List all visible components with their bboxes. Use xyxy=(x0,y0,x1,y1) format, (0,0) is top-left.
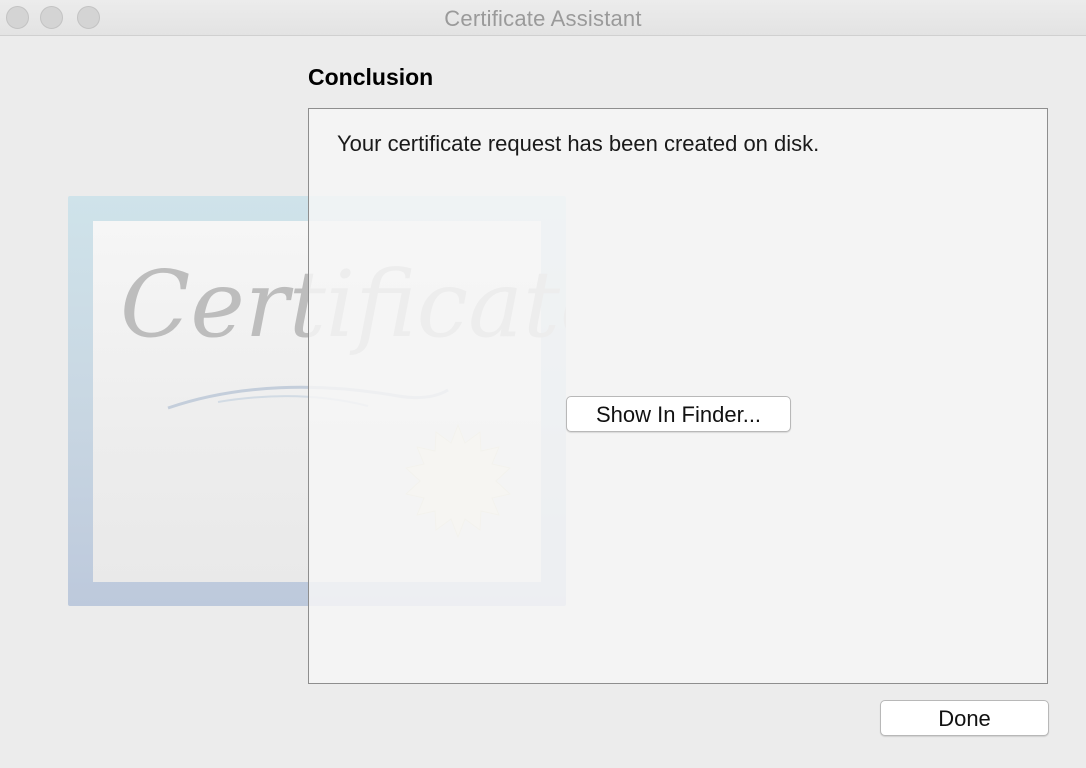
title-bar[interactable]: Certificate Assistant xyxy=(0,0,1086,36)
done-button[interactable]: Done xyxy=(880,700,1049,736)
certificate-assistant-window: Certificate Assistant Certificate Conclu… xyxy=(0,0,1086,768)
window-title: Certificate Assistant xyxy=(444,6,642,31)
page-title: Conclusion xyxy=(308,64,434,90)
show-in-finder-button[interactable]: Show In Finder... xyxy=(566,396,791,432)
status-message: Your certificate request has been create… xyxy=(337,131,820,156)
content-panel: Your certificate request has been create… xyxy=(308,108,1048,684)
